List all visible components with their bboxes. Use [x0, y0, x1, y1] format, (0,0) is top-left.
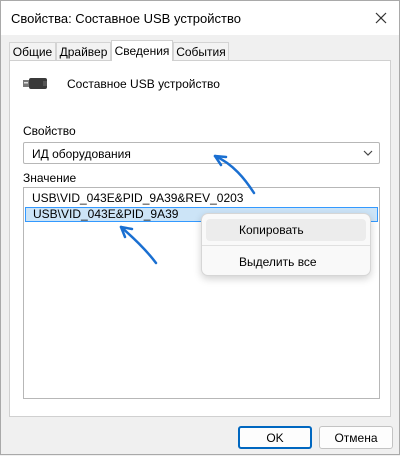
menu-separator — [202, 245, 370, 246]
value-label: Значение — [23, 171, 77, 185]
menu-item-copy[interactable]: Копировать — [206, 219, 366, 241]
tab-general[interactable]: Общие — [9, 42, 56, 60]
tab-events[interactable]: События — [173, 42, 229, 60]
title-bar: Свойства: Составное USB устройство — [1, 1, 399, 35]
list-item[interactable]: USB\VID_043E&PID_9A39&REV_0203 — [25, 191, 378, 206]
ok-button[interactable]: OK — [238, 426, 312, 449]
tab-details[interactable]: Сведения — [111, 40, 173, 61]
tab-strip: Общие Драйвер Сведения События — [9, 40, 393, 61]
close-icon — [375, 12, 387, 24]
device-name: Составное USB устройство — [67, 77, 220, 91]
context-menu: Копировать Выделить все — [201, 213, 371, 276]
menu-item-select-all[interactable]: Выделить все — [206, 251, 366, 273]
property-label: Свойство — [23, 124, 76, 138]
tab-driver[interactable]: Драйвер — [56, 42, 111, 60]
usb-plug-icon — [23, 78, 47, 89]
property-dropdown-value: ИД оборудования — [32, 147, 131, 161]
cancel-button[interactable]: Отмена — [319, 426, 393, 449]
window-title: Свойства: Составное USB устройство — [11, 11, 241, 26]
property-dropdown[interactable]: ИД оборудования — [23, 142, 380, 164]
properties-dialog: Свойства: Составное USB устройство Общие… — [0, 0, 400, 455]
close-button[interactable] — [363, 1, 399, 35]
chevron-down-icon — [363, 150, 373, 156]
